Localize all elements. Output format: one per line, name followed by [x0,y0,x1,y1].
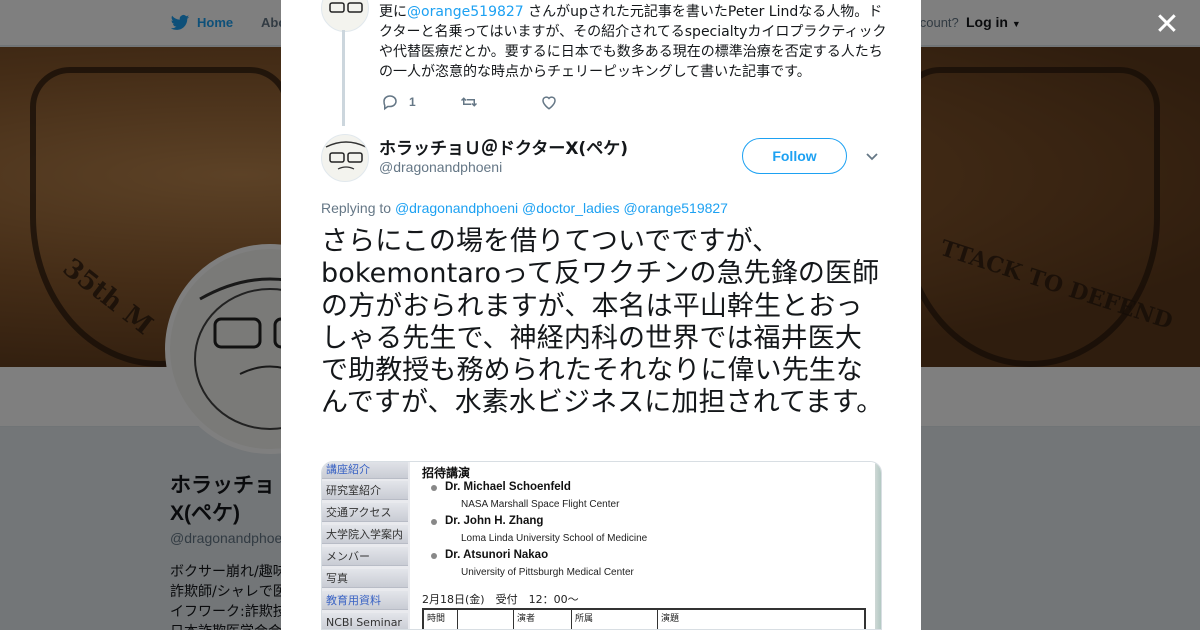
author-avatar[interactable] [321,134,369,182]
speaker-affiliation: University of Pittsburgh Medical Center [461,567,634,578]
mention-link[interactable]: @orange519827 [407,4,524,20]
table-header-cell [458,610,514,629]
speaker-affiliation: NASA Marshall Space Flight Center [461,499,620,510]
mention-link[interactable]: @doctor_ladies [522,200,620,216]
thread-connector-line [342,30,345,126]
web-scroll-edge [875,462,881,629]
replying-to-line: Replying to @dragonandphoeni @doctor_lad… [321,200,728,216]
web-document: 招待講演 Dr. Michael Schoenfeld NASA Marshal… [418,462,875,629]
table-header-cell: 所属 [572,610,658,629]
tweet-media-image[interactable]: 講座紹介 研究室紹介 交通アクセス 大学院入学案内 メンバー 写真 教育用資料 … [321,461,882,630]
menu-item: 交通アクセス [322,503,408,522]
table-header-cell: 時間 [424,610,458,629]
menu-item: 研究室紹介 [322,481,408,500]
web-side-menu: 講座紹介 研究室紹介 交通アクセス 大学院入学案内 メンバー 写真 教育用資料 … [322,462,410,629]
schedule-table-header: 時間 演者 所属 演題 [422,608,866,629]
author-handle[interactable]: @dragonandphoeni [379,159,502,175]
avatar-sketch-icon [325,141,367,170]
retweet-icon [460,97,478,107]
speaker-name: Dr. John H. Zhang [430,515,544,527]
document-title: 招待講演 [422,466,471,480]
previous-tweet-text-before: 更に [379,4,407,20]
retweet-button[interactable] [460,92,478,112]
speaker-name: Dr. Atsunori Nakao [430,549,549,561]
mention-link[interactable]: @orange519827 [623,200,728,216]
chevron-down-icon[interactable] [864,148,880,164]
menu-item: メンバー [322,547,408,566]
previous-tweet-text: 更に@orange519827 さんがupされた元記事を書いたPeter Lin… [379,2,889,82]
tweet-text: さらにこの場を借りてついでですが、bokemontaroって反ワクチンの急先鋒の… [321,226,884,419]
speaker-name: Dr. Michael Schoenfeld [431,481,571,493]
menu-item: 大学院入学案内 [322,525,408,544]
mention-link[interactable]: @dragonandphoeni [395,200,518,216]
reply-button[interactable]: 1 [381,92,416,112]
menu-item: 写真 [322,569,408,588]
reply-count: 1 [409,95,416,109]
close-icon[interactable]: ✕ [1152,10,1182,40]
heart-icon [542,96,556,110]
reply-icon [383,95,397,111]
table-header-cell: 演題 [661,614,680,624]
menu-item: 教育用資料 [322,591,408,610]
event-date-line: 2月18日(金) 受付 12：00～ [422,593,579,606]
author-name[interactable]: ホラッチョＵ＠ドクターX(ペケ) [379,134,628,159]
menu-item: 講座紹介 [322,462,408,479]
replying-prefix: Replying to [321,200,392,216]
menu-item: NCBI Seminar [322,613,408,629]
speaker-affiliation: Loma Linda University School of Medicine [461,533,648,544]
follow-button[interactable]: Follow [742,138,847,174]
table-header-cell: 演者 [514,610,572,629]
like-button[interactable] [540,92,558,112]
